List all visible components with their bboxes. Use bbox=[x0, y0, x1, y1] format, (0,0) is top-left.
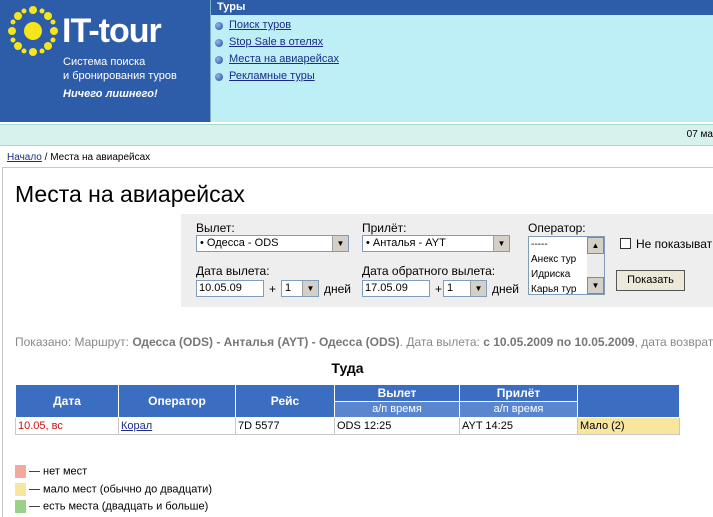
plus-sign: + bbox=[435, 282, 443, 296]
breadcrumb: Начало / Места на авиарейсах bbox=[7, 152, 150, 163]
return-days-value: 1 bbox=[447, 282, 454, 294]
tours-menu-heading: Туры bbox=[211, 0, 713, 15]
return-date-label: Дата обратного вылета: bbox=[362, 264, 496, 278]
cell-status: Мало (2) bbox=[577, 417, 680, 435]
link-stop-sale[interactable]: Stop Sale в отелях bbox=[229, 34, 323, 51]
chevron-down-icon[interactable]: ▼ bbox=[470, 281, 486, 296]
return-days-select[interactable]: 1 ▼ bbox=[443, 280, 487, 297]
col-subheader-arrival: а/п время bbox=[459, 400, 578, 418]
arrival-select[interactable]: • Анталья - AYT ▼ bbox=[362, 235, 510, 252]
operator-listbox[interactable]: ----- Анекс тур Идриска Карья тур ▲ ▼ bbox=[528, 236, 605, 295]
departure-days-value: 1 bbox=[285, 282, 292, 294]
table-row: 10.05, вс Корал 7D 5577 ODS 12:25 AYT 14… bbox=[15, 417, 680, 435]
tours-menu-item: Поиск туров bbox=[215, 17, 713, 34]
col-subheader-departure: а/п время bbox=[334, 400, 460, 418]
page-title: Места на авиарейсах bbox=[15, 181, 245, 207]
link-tour-search[interactable]: Поиск туров bbox=[229, 17, 291, 34]
chevron-down-icon[interactable]: ▼ bbox=[493, 236, 509, 251]
bullet-icon bbox=[215, 72, 223, 81]
departure-select-value: • Одесса - ODS bbox=[200, 237, 279, 249]
legend-item-no-seats: — нет мест bbox=[15, 465, 87, 478]
operator-label: Оператор: bbox=[528, 221, 586, 235]
summary-mid: . Дата вылета: bbox=[399, 335, 484, 349]
bullet-icon bbox=[215, 55, 223, 64]
legend-item-seats-available: — есть места (двадцать и больше) bbox=[15, 500, 208, 513]
return-date-input[interactable]: 17.05.09 bbox=[362, 280, 430, 297]
logo-subtitle-line1: Система поиска bbox=[63, 56, 146, 68]
logo-subtitle-line2: и бронирования туров bbox=[63, 70, 177, 82]
chevron-down-icon[interactable]: ▼ bbox=[302, 281, 318, 296]
departure-select[interactable]: • Одесса - ODS ▼ bbox=[196, 235, 349, 252]
tours-menu-item: Рекламные туры bbox=[215, 68, 713, 85]
sun-logo-icon bbox=[8, 6, 58, 56]
departure-date-input[interactable]: 10.05.09 bbox=[196, 280, 264, 297]
cell-operator: Корал bbox=[118, 417, 236, 435]
legend-label: — мало мест (обычно до двадцати) bbox=[29, 483, 212, 496]
link-flight-seats[interactable]: Места на авиарейсах bbox=[229, 51, 339, 68]
site-header: IT-tour Система поиска и бронирования ту… bbox=[0, 0, 713, 122]
link-promo-tours[interactable]: Рекламные туры bbox=[229, 68, 315, 85]
col-header-status bbox=[577, 384, 680, 418]
cell-flight: 7D 5577 bbox=[235, 417, 335, 435]
col-header-departure: Вылет bbox=[334, 384, 460, 402]
cell-date: 10.05, вс bbox=[15, 417, 119, 435]
arrival-label: Прилёт: bbox=[362, 221, 407, 235]
tours-menu-item: Места на авиарейсах bbox=[215, 51, 713, 68]
flights-table: Дата Оператор Рейс Вылет Прилёт а/п врем… bbox=[15, 384, 680, 435]
legend-label: — нет мест bbox=[29, 465, 88, 478]
operator-link[interactable]: Корал bbox=[121, 420, 152, 432]
operator-scrollbar[interactable]: ▲ ▼ bbox=[587, 237, 604, 294]
arrival-select-value: • Анталья - AYT bbox=[366, 237, 446, 249]
bullet-icon bbox=[215, 38, 223, 47]
col-header-date: Дата bbox=[15, 384, 119, 418]
search-summary: Показано: Маршрут: Одесса (ODS) - Анталь… bbox=[15, 335, 713, 349]
breadcrumb-current: Места на авиарейсах bbox=[50, 152, 151, 163]
tours-menu: Туры Поиск туров Stop Sale в отелях Мест… bbox=[210, 0, 713, 122]
show-button[interactable]: Показать bbox=[616, 270, 685, 291]
cell-departure: ODS 12:25 bbox=[334, 417, 460, 435]
departure-label: Вылет: bbox=[196, 221, 235, 235]
current-date: 07 ма bbox=[686, 129, 713, 140]
legend-label: — есть места (двадцать и больше) bbox=[29, 500, 209, 513]
scroll-down-icon[interactable]: ▼ bbox=[587, 277, 604, 294]
departure-days-label: дней bbox=[324, 282, 352, 296]
scroll-up-icon[interactable]: ▲ bbox=[587, 237, 604, 254]
departure-date-label: Дата вылета: bbox=[196, 264, 270, 278]
summary-suffix: , дата возврат bbox=[634, 335, 713, 349]
logo-slogan: Ничего лишнего! bbox=[63, 88, 158, 100]
col-header-operator: Оператор bbox=[118, 384, 236, 418]
section-title-text: Туда bbox=[331, 360, 364, 376]
chevron-down-icon[interactable]: ▼ bbox=[332, 236, 348, 251]
summary-prefix: Показано: Маршрут: bbox=[15, 335, 133, 349]
bullet-icon bbox=[215, 21, 223, 30]
col-header-arrival: Прилёт bbox=[459, 384, 578, 402]
hide-checkbox[interactable] bbox=[620, 238, 631, 249]
legend-swatch-green bbox=[15, 500, 26, 513]
tours-menu-list: Поиск туров Stop Sale в отелях Места на … bbox=[211, 15, 713, 85]
logo-area[interactable]: IT-tour Система поиска и бронирования ту… bbox=[0, 0, 210, 122]
date-strip: 07 ма bbox=[0, 124, 713, 146]
breadcrumb-separator: / bbox=[41, 152, 51, 163]
cell-arrival: AYT 14:25 bbox=[459, 417, 578, 435]
tours-menu-item: Stop Sale в отелях bbox=[215, 34, 713, 51]
plus-sign: + bbox=[269, 282, 277, 296]
legend-item-few-seats: — мало мест (обычно до двадцати) bbox=[15, 483, 212, 496]
legend-swatch-yellow bbox=[15, 483, 26, 496]
summary-route: Одесса (ODS) - Анталья (AYT) - Одесса (O… bbox=[132, 335, 400, 349]
legend-swatch-red bbox=[15, 465, 26, 478]
col-header-flight: Рейс bbox=[235, 384, 335, 418]
hide-checkbox-label: Не показыват bbox=[636, 237, 713, 251]
section-title: Туда bbox=[0, 360, 713, 376]
breadcrumb-home-link[interactable]: Начало bbox=[7, 152, 42, 163]
return-days-label: дней bbox=[492, 282, 520, 296]
summary-dates: с 10.05.2009 по 10.05.2009 bbox=[483, 335, 635, 349]
departure-days-select[interactable]: 1 ▼ bbox=[281, 280, 319, 297]
logo-subtitle: Система поиска и бронирования туров bbox=[63, 55, 177, 83]
logo-title: IT-tour bbox=[62, 12, 162, 50]
